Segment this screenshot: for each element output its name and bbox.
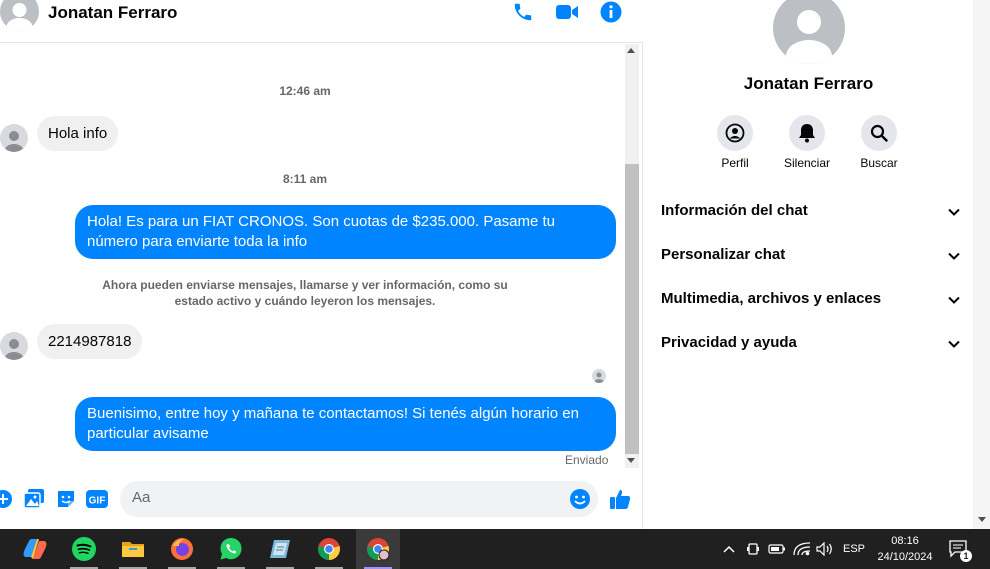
whatsapp-icon — [220, 538, 242, 560]
message-input[interactable] — [132, 489, 552, 506]
encryption-notice: Ahora pueden enviarse mensajes, llamarse… — [102, 278, 508, 308]
seen-indicator-avatar — [592, 369, 606, 383]
profile-label: Perfil — [721, 156, 749, 170]
clock-date: 24/10/2024 — [877, 551, 933, 563]
scroll-down-arrow[interactable] — [978, 517, 986, 522]
phone-icon[interactable] — [511, 0, 535, 24]
delivery-status: Enviado — [565, 453, 609, 467]
chevron-up-icon[interactable] — [720, 529, 738, 569]
timestamp: 12:46 am — [279, 84, 331, 98]
notification-center[interactable]: 1 — [946, 529, 972, 569]
copilot-icon — [23, 539, 47, 559]
plus-icon[interactable] — [0, 488, 14, 510]
taskbar: ESP 08:16 24/10/2024 1 — [0, 529, 990, 569]
search-icon — [861, 115, 897, 151]
mute-button[interactable]: Silenciar — [777, 115, 837, 170]
spotify-app[interactable] — [62, 529, 106, 569]
chrome-profile-icon — [367, 538, 390, 561]
timestamp: 8:11 am — [282, 172, 328, 186]
spotify-icon — [72, 537, 96, 561]
chevron-down-icon — [948, 340, 960, 348]
outgoing-message[interactable]: Hola! Es para un FIAT CRONOS. Son cuotas… — [75, 205, 616, 259]
thumbs-up-icon[interactable] — [609, 488, 631, 510]
search-button[interactable]: Buscar — [849, 115, 909, 170]
emoji-icon[interactable] — [569, 488, 591, 510]
sender-avatar[interactable] — [0, 332, 28, 360]
contact-name[interactable]: Jonatan Ferraro — [48, 3, 177, 23]
sticker-icon[interactable] — [55, 488, 77, 510]
notepad-icon — [270, 540, 290, 558]
scrollbar-thumb[interactable] — [625, 164, 639, 454]
chrome-app[interactable] — [307, 529, 351, 569]
language-indicator[interactable]: ESP — [840, 529, 868, 569]
section-label: Información del chat — [661, 202, 808, 219]
chrome-profile-app[interactable] — [356, 529, 400, 569]
incoming-message[interactable]: 2214987818 — [37, 324, 143, 359]
info-icon[interactable] — [599, 0, 623, 24]
profile-button[interactable]: Perfil — [705, 115, 765, 170]
scroll-down-arrow[interactable] — [627, 458, 635, 463]
device-icon[interactable] — [744, 529, 762, 569]
mute-label: Silenciar — [783, 156, 831, 170]
section-label: Multimedia, archivos y enlaces — [661, 290, 882, 307]
section-label: Personalizar chat — [661, 246, 786, 263]
section-privacy-help[interactable]: Privacidad y ayuda — [661, 331, 961, 357]
copilot-app[interactable] — [13, 529, 57, 569]
section-chat-info[interactable]: Información del chat — [661, 199, 961, 225]
whatsapp-app[interactable] — [209, 529, 253, 569]
image-icon[interactable] — [23, 488, 45, 510]
incoming-message[interactable]: Hola info — [37, 116, 119, 151]
clock-time: 08:16 — [891, 535, 919, 547]
profile-icon — [717, 115, 753, 151]
messenger-window: Jonatan Ferraro 12:46 am Hola info 8:11 … — [0, 0, 990, 529]
notification-count-badge: 1 — [960, 550, 972, 562]
chat-pane: Jonatan Ferraro 12:46 am Hola info 8:11 … — [0, 0, 643, 529]
chevron-down-icon — [948, 296, 960, 304]
sender-avatar[interactable] — [0, 124, 28, 152]
chevron-down-icon — [948, 252, 960, 260]
section-label: Privacidad y ayuda — [661, 334, 797, 351]
battery-icon[interactable] — [767, 529, 787, 569]
chrome-icon — [318, 538, 340, 560]
svg-text:GIF: GIF — [89, 496, 106, 507]
section-media-files-links[interactable]: Multimedia, archivos y enlaces — [661, 287, 961, 313]
scroll-up-arrow[interactable] — [627, 48, 635, 53]
bell-icon — [789, 115, 825, 151]
firefox-app[interactable] — [160, 529, 204, 569]
contact-name-large: Jonatan Ferraro — [743, 74, 874, 93]
video-icon[interactable] — [555, 0, 579, 24]
message-input-box[interactable] — [120, 481, 598, 517]
firefox-icon — [171, 538, 193, 560]
file-explorer-app[interactable] — [111, 529, 155, 569]
search-label: Buscar — [860, 156, 898, 170]
gif-icon[interactable]: GIF — [86, 488, 108, 510]
window-scrollbar[interactable] — [973, 0, 990, 529]
conversation-info-pane: Jonatan Ferraro Perfil Silenciar Buscar … — [644, 0, 973, 529]
wifi-icon[interactable] — [792, 529, 812, 569]
chevron-down-icon — [948, 208, 960, 216]
contact-avatar[interactable] — [0, 0, 39, 31]
composer-bar: GIF — [0, 478, 643, 522]
chat-header: Jonatan Ferraro — [0, 0, 643, 43]
outgoing-message[interactable]: Buenisimo, entre hoy y mañana te contact… — [75, 397, 616, 451]
contact-avatar-large[interactable] — [773, 0, 845, 64]
section-customize-chat[interactable]: Personalizar chat — [661, 243, 961, 269]
volume-icon[interactable] — [815, 529, 835, 569]
folder-icon — [122, 542, 144, 557]
notepad-app[interactable] — [258, 529, 302, 569]
clock[interactable]: 08:16 24/10/2024 — [868, 533, 942, 565]
